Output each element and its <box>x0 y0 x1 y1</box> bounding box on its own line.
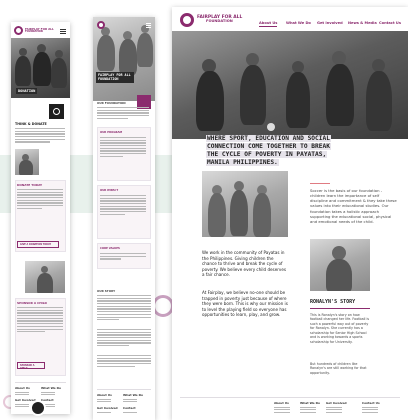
logo-ring-icon <box>14 26 23 35</box>
desktop-community-text: We work in the community of Payatas in t… <box>202 250 286 278</box>
desktop-logo[interactable]: FAIRPLAY FOR ALL FOUNDATION <box>180 13 242 27</box>
tablet-footer-col-2[interactable]: What We Do <box>123 393 143 404</box>
desktop-story-image <box>310 239 370 291</box>
mobile-sponsor-button[interactable]: SPONSOR A CHILD <box>17 362 45 370</box>
mobile-donate-label: DONATE TODAY <box>17 183 43 187</box>
mobile-footer-rule <box>15 382 66 383</box>
desktop-story-text-1: This is Ronalyn's story on how football … <box>310 313 370 344</box>
mobile-donate-image <box>15 149 39 175</box>
logo-line2: FOUNDATION <box>25 29 43 33</box>
tablet-hero-image <box>93 17 155 101</box>
desktop-footer-col-4[interactable]: Contact Us <box>362 401 380 415</box>
desktop-intro-text: Soccer is the basis of our foundation - … <box>310 188 397 224</box>
tablet-story-text-1 <box>97 295 151 322</box>
menu-icon[interactable] <box>60 29 66 35</box>
desktop-fairplay-text: At Fairplay, we believe no-one should be… <box>202 290 288 318</box>
desktop-footer-rule <box>180 397 400 398</box>
tablet-card-program-title: OUR PROGRAM <box>100 131 123 134</box>
tablet-footer-col-4[interactable]: Contact <box>123 406 137 414</box>
desktop-hero-image <box>172 31 408 139</box>
tablet-footer-col-3[interactable]: Get Involved <box>97 406 118 414</box>
mobile-sponsor-label: SPONSOR A CHILD <box>17 301 47 305</box>
tablet-section-label: OUR FOUNDATION <box>97 101 126 105</box>
logo-ring-icon <box>180 13 194 27</box>
desktop-community-image <box>202 171 288 237</box>
tablet-hero-tag: FAIRPLAY FOR ALL FOUNDATION <box>96 72 134 83</box>
mobile-mockup: FAIRPLAY FOR ALL FOUNDATION DONATION THI… <box>11 22 70 414</box>
desktop-hero-title: WHERE SPORT, EDUCATION AND SOCIAL CONNEC… <box>206 135 331 167</box>
desktop-footer-col-2[interactable]: What We Do <box>300 401 320 415</box>
desktop-story-title: RONALYN'S STORY <box>310 299 356 305</box>
mobile-donate-button[interactable]: GIVE A DONATION TODAY <box>17 241 59 248</box>
menu-icon[interactable] <box>146 23 151 29</box>
desktop-story-rule <box>310 308 370 309</box>
background-circle-purple <box>152 295 174 317</box>
logo-line2: FOUNDATION <box>206 19 233 24</box>
desktop-footer-col-1[interactable]: About Us <box>274 401 290 415</box>
tablet-card-impact-text <box>100 195 146 217</box>
intro-accent-line <box>310 183 330 184</box>
mobile-bottom-badge-icon <box>30 400 46 416</box>
nav-what-we-do[interactable]: What We Do <box>286 21 311 25</box>
nav-get-involved[interactable]: Get Involved <box>317 21 343 25</box>
mobile-footer-col-2[interactable]: What We Do <box>41 386 61 397</box>
tablet-intro-text <box>97 107 149 120</box>
mobile-intro-text <box>15 128 65 144</box>
mobile-logo[interactable]: FAIRPLAY FOR ALL FOUNDATION <box>14 26 54 35</box>
tablet-footer-col-1[interactable]: About Us <box>97 393 112 404</box>
tablet-card-program-text <box>100 137 146 159</box>
nav-about-us-underline <box>259 26 277 27</box>
tablet-story-label: OUR STORY <box>97 289 116 293</box>
tablet-card-values-title: CORE VALUES <box>100 247 120 250</box>
tablet-footer-rule <box>97 389 151 390</box>
mobile-sponsor-image <box>25 261 65 293</box>
mobile-footer-col-1[interactable]: About Us <box>15 386 30 397</box>
mobile-hero-accent-icon <box>53 108 60 115</box>
tablet-story-text-3 <box>97 355 151 368</box>
mobile-donate-text <box>17 189 63 211</box>
mobile-hero-tag: DONATION <box>16 88 38 95</box>
desktop-footer-col-3[interactable]: Get Involved <box>326 401 347 415</box>
ball-icon <box>267 123 275 131</box>
nav-about-us[interactable]: About Us <box>259 21 277 25</box>
nav-contact-us[interactable]: Contact Us <box>379 21 401 25</box>
tablet-card-values-text <box>100 253 146 261</box>
desktop-story-text-2: But hundreds of children like Ronalyn's … <box>310 362 367 375</box>
tablet-logo[interactable] <box>97 21 105 29</box>
tablet-card-impact-title: OUR IMPACT <box>100 189 119 192</box>
desktop-mockup: FAIRPLAY FOR ALL FOUNDATION About Us Wha… <box>172 7 408 420</box>
mobile-sponsor-text <box>17 307 63 334</box>
tablet-story-text-2 <box>97 329 151 348</box>
logo-ring-icon <box>97 21 105 29</box>
nav-news-media[interactable]: News & Media <box>348 21 377 25</box>
tablet-mockup: FAIRPLAY FOR ALL FOUNDATION OUR FOUNDATI… <box>93 17 155 420</box>
mobile-section-title: THINK & DONATE <box>15 122 47 126</box>
